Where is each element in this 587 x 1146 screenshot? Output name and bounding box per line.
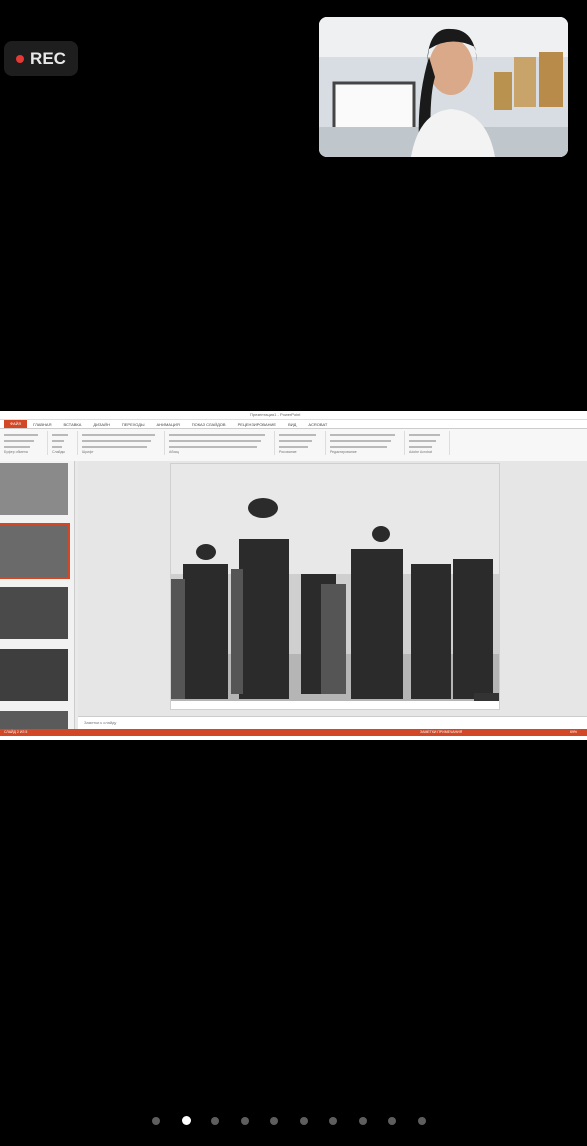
ribbon-tab[interactable]: ДИЗАЙН bbox=[87, 422, 115, 427]
ribbon-group-label: Буфер обмена bbox=[4, 450, 28, 454]
ribbon-group: Adobe Acrobat bbox=[405, 431, 450, 455]
ribbon-group-label: Абзац bbox=[169, 450, 179, 454]
ribbon-group: Редактирование bbox=[326, 431, 405, 455]
ribbon-control[interactable] bbox=[52, 446, 62, 448]
ribbon-control[interactable] bbox=[52, 440, 64, 442]
ribbon-control[interactable] bbox=[169, 434, 265, 436]
window-title: Презентация1 - PowerPoint bbox=[250, 412, 301, 417]
page-dot[interactable] bbox=[152, 1117, 160, 1125]
ribbon-control[interactable] bbox=[4, 440, 34, 442]
page-dot[interactable] bbox=[388, 1117, 396, 1125]
slide-editor bbox=[78, 461, 587, 716]
ribbon-group: Слайды bbox=[48, 431, 78, 455]
ribbon-control[interactable] bbox=[409, 440, 436, 442]
recording-indicator: REC bbox=[4, 41, 78, 76]
ribbon-control[interactable] bbox=[52, 434, 68, 436]
slide-thumbnail[interactable] bbox=[0, 523, 70, 579]
shared-screen: Презентация1 - PowerPoint ФАЙЛ ГЛАВНАЯ ВСТ… bbox=[0, 411, 587, 740]
camera-feed-image bbox=[319, 17, 568, 157]
notes-pane[interactable]: Заметки к слайду bbox=[78, 716, 587, 730]
ribbon-control[interactable] bbox=[409, 446, 432, 448]
page-dot[interactable] bbox=[329, 1117, 337, 1125]
ribbon-control[interactable] bbox=[279, 446, 308, 448]
ribbon-tab[interactable]: АНИМАЦИЯ bbox=[151, 422, 186, 427]
status-bar: СЛАЙД 2 ИЗ 5 ЗАМЕТКИ ПРИМЕЧАНИЯ 69% bbox=[0, 729, 587, 736]
workspace: Заметки к слайду СЛАЙД 2 ИЗ 5 ЗАМЕТКИ ПР… bbox=[0, 461, 587, 736]
ribbon-tab[interactable]: ПОКАЗ СЛАЙДОВ bbox=[186, 422, 232, 427]
ribbon-tab[interactable]: ВСТАВКА bbox=[57, 422, 87, 427]
ribbon-tab[interactable]: ACROBAT bbox=[302, 422, 333, 427]
self-view-video[interactable] bbox=[319, 17, 568, 157]
page-dot[interactable] bbox=[181, 1116, 191, 1125]
status-left: СЛАЙД 2 ИЗ 5 bbox=[4, 730, 28, 734]
slide-thumbnail[interactable] bbox=[0, 587, 68, 639]
ribbon-control[interactable] bbox=[279, 434, 316, 436]
rec-label: REC bbox=[30, 48, 66, 68]
ribbon-tab[interactable]: РЕЦЕНЗИРОВАНИЕ bbox=[232, 422, 282, 427]
ribbon-control[interactable] bbox=[169, 440, 261, 442]
slide-thumbnail[interactable] bbox=[0, 649, 68, 701]
ribbon-control[interactable] bbox=[4, 446, 30, 448]
ribbon-tab[interactable]: ФАЙЛ bbox=[4, 420, 28, 428]
ribbon-group-label: Слайды bbox=[52, 450, 66, 454]
slide-photo bbox=[171, 464, 499, 701]
ribbon-control[interactable] bbox=[409, 434, 440, 436]
ribbon-control[interactable] bbox=[330, 434, 395, 436]
ribbon-control[interactable] bbox=[82, 440, 151, 442]
ribbon-group: Буфер обмена bbox=[0, 431, 48, 455]
record-dot-icon bbox=[16, 54, 25, 63]
page-dot[interactable] bbox=[417, 1117, 426, 1125]
ribbon-tab[interactable]: ПЕРЕХОДЫ bbox=[116, 422, 151, 427]
page-indicator bbox=[0, 1115, 587, 1127]
ribbon-group-label: Рисование bbox=[279, 450, 297, 454]
ribbon-group: Шрифт bbox=[78, 431, 165, 455]
slide-thumbnail[interactable] bbox=[0, 463, 68, 515]
status-right: ЗАМЕТКИ ПРИМЕЧАНИЯ bbox=[420, 730, 463, 734]
ribbon-control[interactable] bbox=[82, 446, 147, 448]
ribbon-group-label: Adobe Acrobat bbox=[409, 450, 432, 454]
notes-placeholder: Заметки к слайду bbox=[84, 720, 117, 725]
ribbon-tab[interactable]: ВИД bbox=[282, 422, 302, 427]
ribbon-group: Рисование bbox=[275, 431, 326, 455]
ribbon-control[interactable] bbox=[82, 434, 155, 436]
ribbon-control[interactable] bbox=[169, 446, 257, 448]
page-dot[interactable] bbox=[299, 1117, 308, 1125]
page-dot[interactable] bbox=[211, 1117, 219, 1125]
ribbon-group-label: Редактирование bbox=[330, 450, 357, 454]
ribbon-control[interactable] bbox=[279, 440, 312, 442]
ribbon-tabs: ФАЙЛ ГЛАВНАЯ ВСТАВКА ДИЗАЙН ПЕРЕХОДЫ АНИМАЦИЯ… bbox=[0, 420, 587, 429]
ribbon-tab[interactable]: ГЛАВНАЯ bbox=[27, 422, 57, 427]
current-slide[interactable] bbox=[170, 463, 500, 710]
slide-thumbnail[interactable] bbox=[0, 711, 68, 729]
ribbon-control[interactable] bbox=[330, 446, 387, 448]
page-dot[interactable] bbox=[240, 1117, 249, 1125]
ribbon-group-label: Шрифт bbox=[82, 450, 94, 454]
page-dot[interactable] bbox=[358, 1117, 367, 1125]
ribbon-toolbar: Буфер обмена Слайды Шрифт Абзац Рисование Ред… bbox=[0, 429, 587, 462]
zoom-level: 69% bbox=[570, 730, 578, 734]
ribbon-group: Абзац bbox=[165, 431, 275, 455]
slide-thumbnails-pane bbox=[0, 461, 75, 729]
window-titlebar: Презентация1 - PowerPoint bbox=[0, 411, 587, 420]
ribbon-control[interactable] bbox=[4, 434, 38, 436]
page-dot[interactable] bbox=[270, 1117, 278, 1125]
ribbon-control[interactable] bbox=[330, 440, 391, 442]
